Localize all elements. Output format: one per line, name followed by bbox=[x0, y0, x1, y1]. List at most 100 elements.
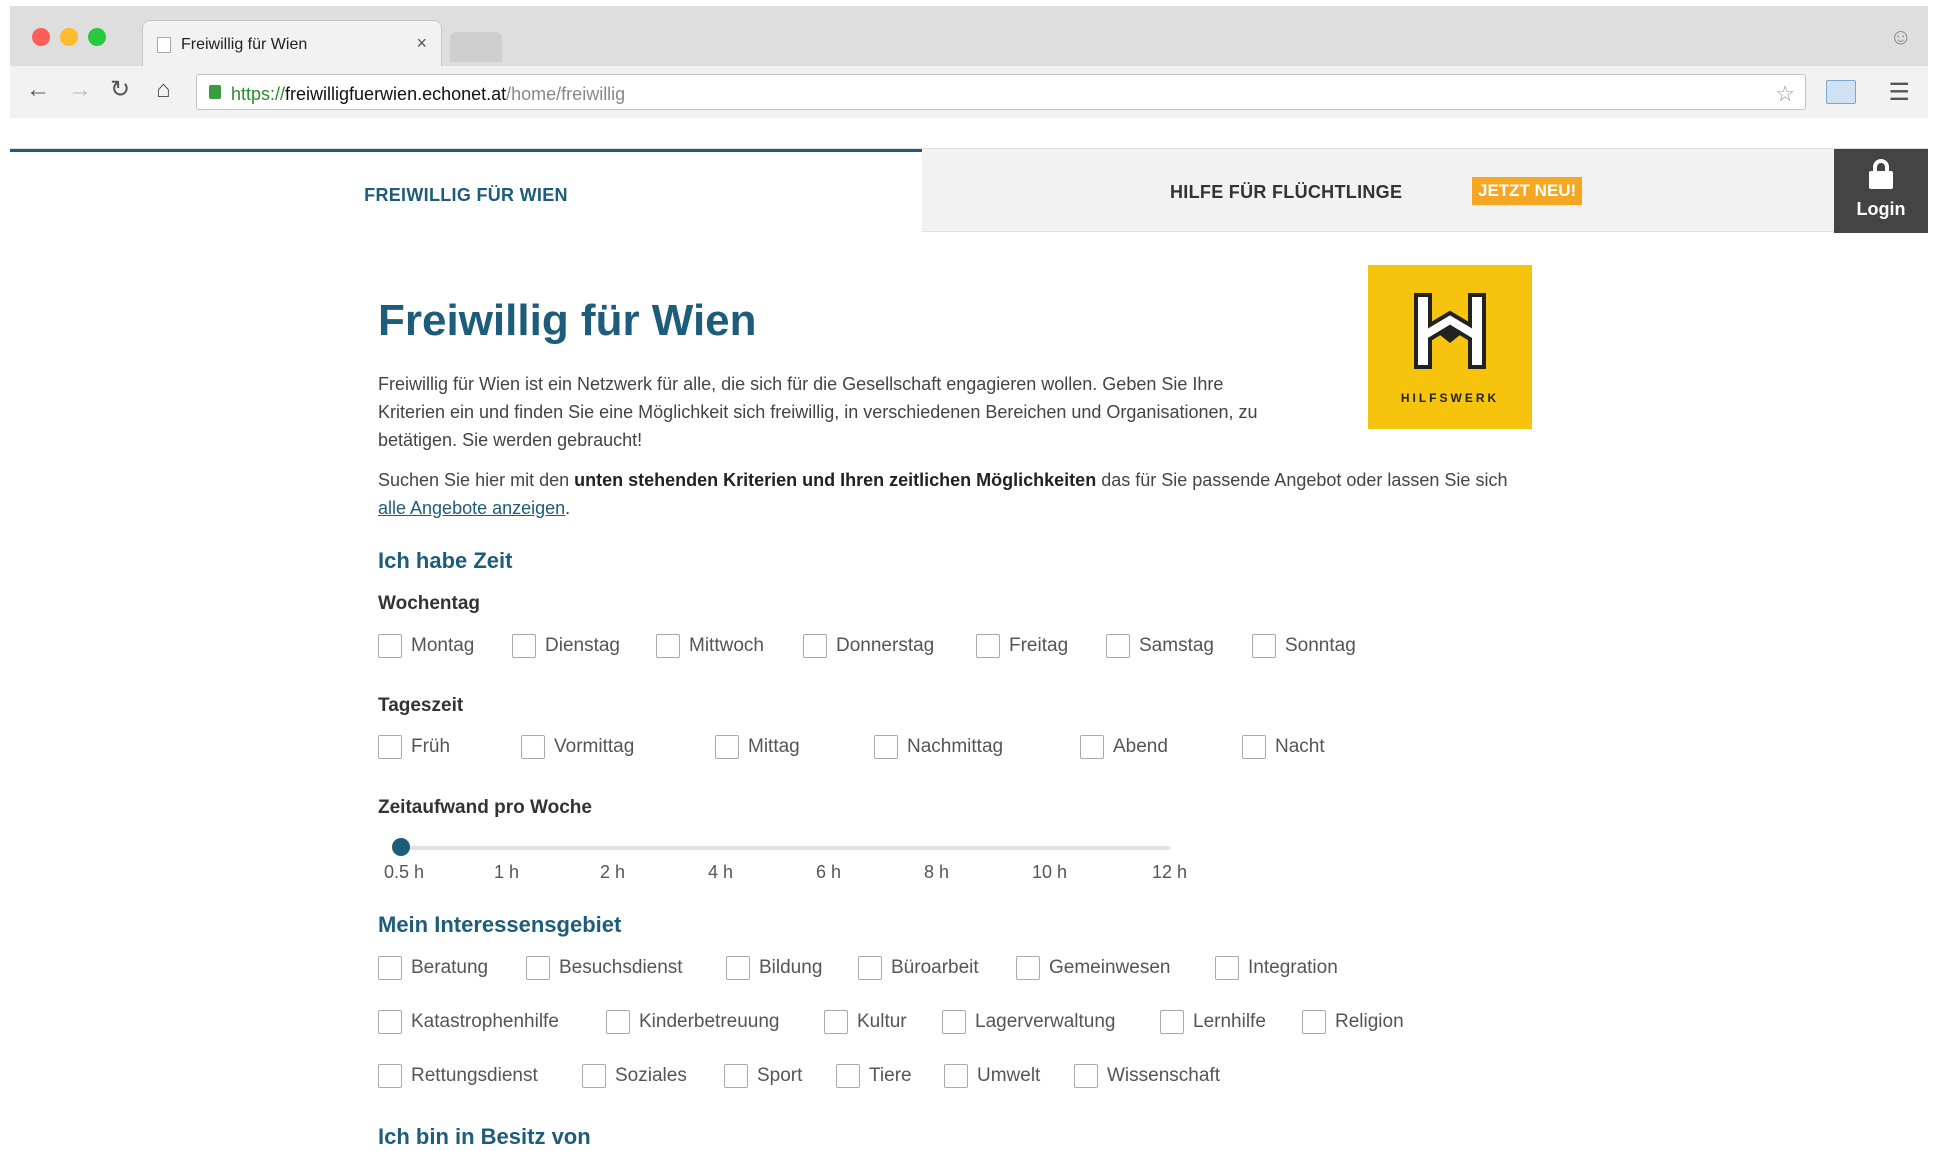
checkbox-montag[interactable]: Montag bbox=[378, 632, 474, 660]
checkbox-label: Bildung bbox=[759, 957, 823, 978]
checkbox-box[interactable] bbox=[1106, 634, 1130, 658]
slider-tick-label: 12 h bbox=[1152, 862, 1188, 882]
checkbox-soziales[interactable]: Soziales bbox=[582, 1062, 687, 1090]
checkbox-sonntag[interactable]: Sonntag bbox=[1252, 632, 1356, 660]
checkbox-box[interactable] bbox=[526, 956, 550, 980]
checkbox-frueh[interactable]: Früh bbox=[378, 733, 450, 761]
checkbox-box[interactable] bbox=[512, 634, 536, 658]
search-text-mid: das für Sie passende Angebot oder lassen… bbox=[1096, 470, 1508, 490]
checkbox-box[interactable] bbox=[1160, 1010, 1184, 1034]
checkbox-katastrophenhilfe[interactable]: Katastrophenhilfe bbox=[378, 1008, 559, 1036]
show-all-offers-link[interactable]: alle Angebote anzeigen bbox=[378, 498, 565, 518]
checkbox-kultur[interactable]: Kultur bbox=[824, 1008, 907, 1036]
section-heading-interests: Mein Interessensgebiet bbox=[378, 912, 622, 937]
checkbox-label: Integration bbox=[1248, 957, 1338, 978]
nav-tab-refugee-help[interactable]: HILFE FÜR FLÜCHTLINGE bbox=[1170, 182, 1402, 203]
daytime-label: Tageszeit bbox=[378, 695, 464, 716]
slider-tick-label: 0.5 h bbox=[384, 862, 425, 882]
checkbox-label: Früh bbox=[411, 736, 451, 757]
browser-menu-icon[interactable]: ☰ bbox=[1888, 78, 1910, 107]
checkbox-vormittag[interactable]: Vormittag bbox=[521, 733, 634, 761]
window-maximize-button[interactable] bbox=[88, 28, 106, 46]
checkbox-sport[interactable]: Sport bbox=[724, 1062, 802, 1090]
checkbox-bueroarbeit[interactable]: Büroarbeit bbox=[858, 954, 979, 982]
checkbox-box[interactable] bbox=[1215, 956, 1239, 980]
checkbox-box[interactable] bbox=[378, 1064, 402, 1088]
checkbox-donnerstag[interactable]: Donnerstag bbox=[803, 632, 934, 660]
checkbox-nachmittag[interactable]: Nachmittag bbox=[874, 733, 1003, 761]
secure-lock-icon bbox=[209, 85, 221, 99]
address-bar[interactable]: https://freiwilligfuerwien.echonet.at/ho… bbox=[196, 74, 1806, 110]
checkbox-mittwoch[interactable]: Mittwoch bbox=[656, 632, 764, 660]
checkbox-freitag[interactable]: Freitag bbox=[976, 632, 1068, 660]
checkbox-box[interactable] bbox=[521, 735, 545, 759]
checkbox-box[interactable] bbox=[803, 634, 827, 658]
checkbox-bildung[interactable]: Bildung bbox=[726, 954, 822, 982]
new-badge[interactable]: JETZT NEU! bbox=[1472, 177, 1583, 205]
checkbox-label: Vormittag bbox=[554, 736, 635, 757]
checkbox-box[interactable] bbox=[1252, 634, 1276, 658]
checkbox-box[interactable] bbox=[1080, 735, 1104, 759]
window-close-button[interactable] bbox=[32, 28, 50, 46]
nav-tab-freiwillig[interactable]: FREIWILLIG FÜR WIEN bbox=[10, 149, 922, 233]
checkbox-box[interactable] bbox=[724, 1064, 748, 1088]
checkbox-box[interactable] bbox=[824, 1010, 848, 1034]
checkbox-box[interactable] bbox=[378, 1010, 402, 1034]
checkbox-box[interactable] bbox=[1242, 735, 1266, 759]
checkbox-besuchsdienst[interactable]: Besuchsdienst bbox=[526, 954, 683, 982]
login-button[interactable]: Login bbox=[1834, 149, 1928, 233]
checkbox-wissenschaft[interactable]: Wissenschaft bbox=[1074, 1062, 1220, 1090]
checkbox-box[interactable] bbox=[715, 735, 739, 759]
tab-close-icon[interactable]: × bbox=[416, 33, 427, 54]
checkbox-rettungsdienst[interactable]: Rettungsdienst bbox=[378, 1062, 538, 1090]
checkbox-box[interactable] bbox=[726, 956, 750, 980]
checkbox-box[interactable] bbox=[858, 956, 882, 980]
checkbox-box[interactable] bbox=[378, 634, 402, 658]
logo-text: HILFSWERK bbox=[1400, 391, 1500, 405]
checkbox-tiere[interactable]: Tiere bbox=[836, 1062, 912, 1090]
checkbox-lagerverwaltung[interactable]: Lagerverwaltung bbox=[942, 1008, 1115, 1036]
checkbox-box[interactable] bbox=[378, 735, 402, 759]
checkbox-box[interactable] bbox=[582, 1064, 606, 1088]
extension-icon[interactable] bbox=[1826, 80, 1856, 104]
back-icon[interactable]: ← bbox=[26, 78, 50, 102]
home-icon[interactable]: ⌂ bbox=[156, 78, 171, 102]
checkbox-box[interactable] bbox=[1074, 1064, 1098, 1088]
checkbox-box[interactable] bbox=[976, 634, 1000, 658]
profile-icon[interactable]: ☺ bbox=[1890, 24, 1912, 50]
checkbox-kinderbetreuung[interactable]: Kinderbetreuung bbox=[606, 1008, 780, 1036]
checkbox-box[interactable] bbox=[606, 1010, 630, 1034]
checkbox-religion[interactable]: Religion bbox=[1302, 1008, 1404, 1036]
browser-window-chrome: Freiwillig für Wien × ☺ ← → ↻ ⌂ https://… bbox=[10, 6, 1928, 118]
checkbox-dienstag[interactable]: Dienstag bbox=[512, 632, 620, 660]
window-minimize-button[interactable] bbox=[60, 28, 78, 46]
checkbox-box[interactable] bbox=[378, 956, 402, 980]
effort-slider-track[interactable] bbox=[400, 846, 1170, 850]
checkbox-box[interactable] bbox=[1016, 956, 1040, 980]
checkbox-box[interactable] bbox=[656, 634, 680, 658]
checkbox-label: Nachmittag bbox=[907, 736, 1004, 757]
checkbox-box[interactable] bbox=[1302, 1010, 1326, 1034]
checkbox-box[interactable] bbox=[836, 1064, 860, 1088]
checkbox-integration[interactable]: Integration bbox=[1215, 954, 1338, 982]
checkbox-mittag[interactable]: Mittag bbox=[715, 733, 800, 761]
section-heading-possession: Ich bin in Besitz von bbox=[378, 1124, 591, 1149]
checkbox-box[interactable] bbox=[944, 1064, 968, 1088]
checkbox-samstag[interactable]: Samstag bbox=[1106, 632, 1214, 660]
effort-slider-handle[interactable] bbox=[392, 838, 410, 856]
checkbox-abend[interactable]: Abend bbox=[1080, 733, 1168, 761]
checkbox-beratung[interactable]: Beratung bbox=[378, 954, 488, 982]
reload-icon[interactable]: ↻ bbox=[110, 78, 130, 102]
checkbox-umwelt[interactable]: Umwelt bbox=[944, 1062, 1040, 1090]
browser-tab[interactable]: Freiwillig für Wien × bbox=[142, 20, 442, 66]
new-tab-button[interactable] bbox=[450, 32, 502, 62]
forward-icon[interactable]: → bbox=[68, 78, 92, 102]
checkbox-nacht[interactable]: Nacht bbox=[1242, 733, 1325, 761]
padlock-icon bbox=[1869, 159, 1893, 189]
url-text[interactable]: https://freiwilligfuerwien.echonet.at/ho… bbox=[231, 84, 625, 105]
checkbox-gemeinwesen[interactable]: Gemeinwesen bbox=[1016, 954, 1170, 982]
checkbox-box[interactable] bbox=[874, 735, 898, 759]
checkbox-lernhilfe[interactable]: Lernhilfe bbox=[1160, 1008, 1266, 1036]
checkbox-box[interactable] bbox=[942, 1010, 966, 1034]
bookmark-star-icon[interactable]: ☆ bbox=[1775, 81, 1795, 107]
